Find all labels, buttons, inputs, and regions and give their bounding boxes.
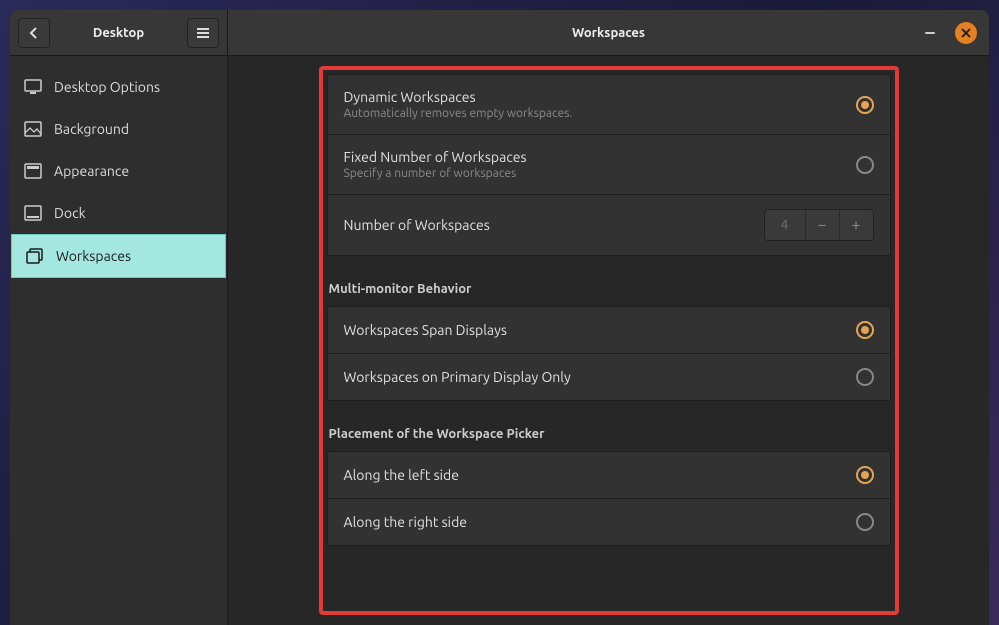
placement-section: Along the left side Along the right side [327, 451, 891, 546]
row-labels: Workspaces Span Displays [344, 322, 856, 338]
titlebar-left: Desktop [10, 10, 228, 55]
row-labels: Fixed Number of Workspaces Specify a num… [344, 149, 856, 180]
titlebar: Desktop Workspaces [10, 10, 989, 56]
sidebar-item-label: Background [54, 121, 129, 137]
multi-monitor-section-title: Multi-monitor Behavior [329, 282, 891, 296]
left-side-row[interactable]: Along the left side [328, 452, 890, 499]
sidebar-item-dock[interactable]: Dock [10, 192, 227, 234]
dynamic-workspaces-row[interactable]: Dynamic Workspaces Automatically removes… [328, 75, 890, 135]
content-area: Dynamic Workspaces Automatically removes… [228, 56, 989, 625]
workspace-count-stepper: 4 − + [764, 209, 874, 241]
row-labels: Workspaces on Primary Display Only [344, 369, 856, 385]
row-labels: Along the left side [344, 467, 856, 483]
highlighted-region: Dynamic Workspaces Automatically removes… [319, 66, 899, 615]
sidebar-item-label: Desktop Options [54, 79, 160, 95]
row-labels: Dynamic Workspaces Automatically removes… [344, 89, 856, 120]
back-button[interactable] [18, 18, 50, 48]
sidebar-item-workspaces[interactable]: Workspaces [11, 234, 226, 278]
settings-window: Desktop Workspaces [10, 10, 989, 625]
number-of-workspaces-row: Number of Workspaces 4 − + [328, 195, 890, 255]
left-side-radio[interactable] [856, 466, 874, 484]
titlebar-right: Workspaces [228, 10, 989, 55]
row-title: Dynamic Workspaces [344, 89, 856, 105]
primary-display-radio[interactable] [856, 368, 874, 386]
fixed-workspaces-row[interactable]: Fixed Number of Workspaces Specify a num… [328, 135, 890, 195]
right-side-radio[interactable] [856, 513, 874, 531]
row-labels: Number of Workspaces [344, 217, 764, 233]
placement-section-title: Placement of the Workspace Picker [329, 427, 891, 441]
sidebar-item-desktop-options[interactable]: Desktop Options [10, 66, 227, 108]
workspaces-icon [26, 247, 44, 265]
stepper-increment[interactable]: + [839, 210, 873, 240]
fixed-workspaces-radio[interactable] [856, 156, 874, 174]
close-button[interactable] [955, 22, 977, 44]
row-title: Workspaces on Primary Display Only [344, 369, 856, 385]
minimize-button[interactable] [921, 24, 939, 42]
row-subtitle: Specify a number of workspaces [344, 167, 856, 180]
primary-display-row[interactable]: Workspaces on Primary Display Only [328, 354, 890, 400]
close-icon [961, 28, 971, 38]
row-title: Fixed Number of Workspaces [344, 149, 856, 165]
row-subtitle: Automatically removes empty workspaces. [344, 107, 856, 120]
sidebar-item-label: Appearance [54, 163, 129, 179]
hamburger-button[interactable] [187, 18, 219, 48]
sidebar-item-background[interactable]: Background [10, 108, 227, 150]
dynamic-workspaces-radio[interactable] [856, 96, 874, 114]
dock-icon [24, 204, 42, 222]
image-icon [24, 120, 42, 138]
stepper-value: 4 [765, 218, 805, 232]
monitor-icon [24, 78, 42, 96]
row-labels: Along the right side [344, 514, 856, 530]
row-title: Along the right side [344, 514, 856, 530]
sidebar-item-label: Dock [54, 205, 86, 221]
row-title: Along the left side [344, 467, 856, 483]
workspaces-section: Dynamic Workspaces Automatically removes… [327, 74, 891, 256]
window-body: Desktop Options Background Appearance Do… [10, 56, 989, 625]
hamburger-icon [196, 26, 210, 40]
sidebar: Desktop Options Background Appearance Do… [10, 56, 228, 625]
chevron-left-icon [28, 27, 40, 39]
appearance-icon [24, 162, 42, 180]
span-displays-radio[interactable] [856, 321, 874, 339]
right-side-row[interactable]: Along the right side [328, 499, 890, 545]
sidebar-title: Desktop [93, 26, 144, 40]
span-displays-row[interactable]: Workspaces Span Displays [328, 307, 890, 354]
row-title: Workspaces Span Displays [344, 322, 856, 338]
window-controls [921, 22, 989, 44]
multi-monitor-section: Workspaces Span Displays Workspaces on P… [327, 306, 891, 401]
row-title: Number of Workspaces [344, 217, 764, 233]
sidebar-item-label: Workspaces [56, 248, 131, 264]
stepper-decrement[interactable]: − [805, 210, 839, 240]
page-title: Workspaces [572, 26, 645, 40]
sidebar-item-appearance[interactable]: Appearance [10, 150, 227, 192]
